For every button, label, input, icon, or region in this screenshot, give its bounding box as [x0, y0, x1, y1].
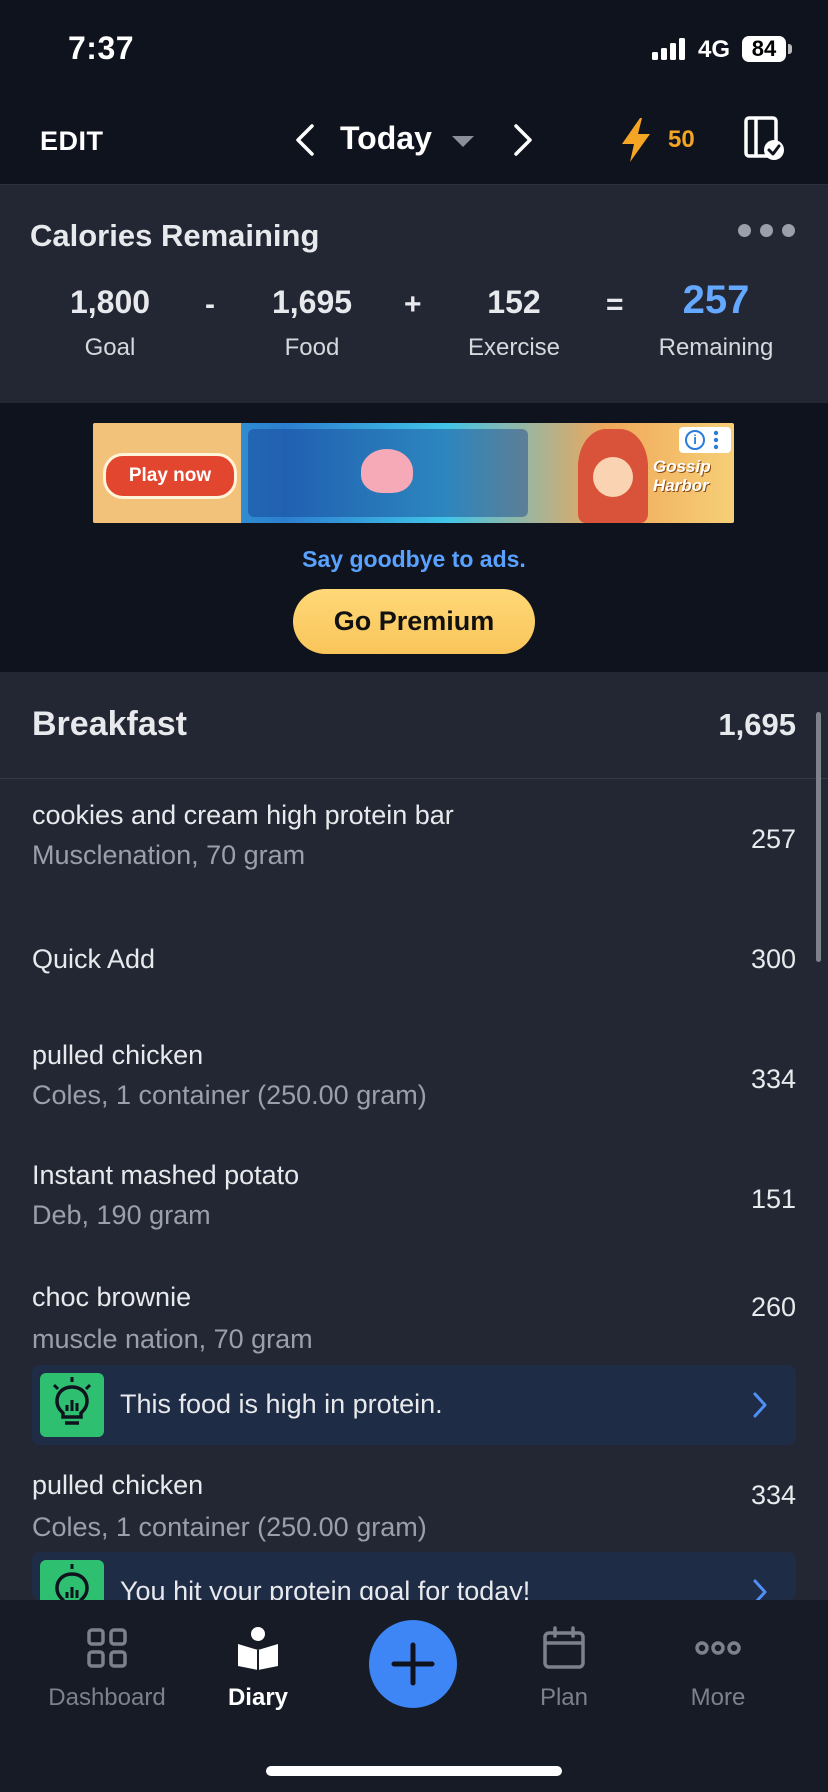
- goal-column: 1,800 Goal: [20, 284, 200, 362]
- more-options-icon[interactable]: [738, 224, 802, 240]
- food-name: Instant mashed potato: [32, 1160, 300, 1190]
- insight-text: This food is high in protein.: [120, 1389, 443, 1419]
- food-calories: 300: [750, 944, 796, 974]
- remove-ads-link[interactable]: Say goodbye to ads.: [0, 546, 828, 573]
- insight-bulb-icon: [40, 1560, 104, 1600]
- plus-icon: [391, 1642, 435, 1686]
- food-entry[interactable]: cookies and cream high protein bar Muscl…: [0, 796, 828, 892]
- complete-log-icon[interactable]: [744, 116, 786, 162]
- food-description: muscle nation, 70 gram: [32, 1324, 313, 1354]
- food-value: 1,695: [271, 284, 353, 320]
- food-entry[interactable]: Quick Add 300: [0, 930, 828, 990]
- meal-divider: [0, 778, 828, 779]
- ad-character-face: [593, 457, 633, 497]
- ad-menu-icon[interactable]: [713, 430, 719, 450]
- chevron-right-icon[interactable]: [510, 122, 536, 158]
- insight-text: You hit your protein goal for today!: [120, 1576, 531, 1600]
- minus-operator: -: [205, 288, 215, 321]
- home-indicator[interactable]: [266, 1766, 562, 1776]
- caret-down-icon[interactable]: [452, 136, 474, 147]
- food-description: Coles, 1 container (250.00 gram): [32, 1512, 427, 1542]
- ad-logo-line1: Gossip: [653, 457, 711, 476]
- food-entry[interactable]: pulled chicken Coles, 1 container (250.0…: [0, 1036, 828, 1132]
- streak-bolt-icon[interactable]: [620, 118, 652, 162]
- signal-icon: [652, 38, 685, 60]
- insight-bulb-icon: [40, 1373, 104, 1437]
- food-calories: 260: [750, 1292, 796, 1322]
- food-name: pulled chicken: [32, 1470, 204, 1500]
- food-calories: 257: [750, 824, 796, 854]
- food-column: 1,695 Food: [222, 284, 402, 362]
- ad-logo: Gossip Harbor: [653, 457, 727, 497]
- more-icon: [695, 1641, 741, 1655]
- food-name: cookies and cream high protein bar: [32, 800, 454, 830]
- food-name: choc brownie: [32, 1282, 192, 1312]
- chevron-right-icon[interactable]: [752, 1578, 768, 1600]
- tab-dashboard-label: Dashboard: [48, 1684, 166, 1711]
- ad-pearl-graphic: [361, 449, 413, 493]
- battery-icon: 84: [742, 36, 786, 62]
- food-description: Deb, 190 gram: [32, 1200, 211, 1230]
- food-label: Food: [284, 334, 340, 361]
- food-calories: 334: [750, 1064, 796, 1094]
- remaining-value: 257: [682, 278, 750, 322]
- ad-banner[interactable]: Play now Gossip Harbor i: [93, 423, 734, 523]
- dashboard-icon: [87, 1628, 127, 1668]
- food-calories: 151: [750, 1184, 796, 1214]
- add-entry-button[interactable]: [369, 1620, 457, 1708]
- exercise-value: 152: [487, 284, 541, 320]
- remaining-column: 257 Remaining: [626, 278, 806, 362]
- meal-title: Breakfast: [32, 705, 187, 743]
- tab-more-label: More: [690, 1684, 746, 1711]
- remaining-label: Remaining: [658, 334, 774, 361]
- goal-value: 1,800: [69, 284, 151, 320]
- tab-plan-label: Plan: [539, 1684, 589, 1711]
- chevron-right-icon[interactable]: [752, 1391, 768, 1419]
- ad-logo-line2: Harbor: [653, 476, 709, 495]
- insight-banner[interactable]: You hit your protein goal for today!: [32, 1552, 796, 1600]
- food-entry[interactable]: pulled chicken Coles, 1 container (250.0…: [0, 1466, 828, 1556]
- calendar-icon: [543, 1626, 585, 1669]
- diary-book-icon: [238, 1627, 278, 1670]
- food-calories: 334: [750, 1480, 796, 1510]
- food-description: Musclenation, 70 gram: [32, 840, 306, 870]
- calories-title: Calories Remaining: [30, 218, 320, 253]
- food-entry[interactable]: Instant mashed potato Deb, 190 gram 151: [0, 1156, 828, 1252]
- network-label: 4G: [698, 36, 731, 63]
- info-icon[interactable]: i: [685, 430, 705, 450]
- tab-diary-label: Diary: [227, 1684, 289, 1711]
- chevron-left-icon[interactable]: [292, 122, 318, 158]
- go-premium-button[interactable]: Go Premium: [293, 589, 535, 654]
- edit-button[interactable]: EDIT: [40, 126, 104, 157]
- equals-operator: =: [606, 288, 624, 321]
- plus-operator: +: [404, 288, 422, 321]
- date-selector[interactable]: Today: [340, 120, 432, 157]
- food-description: Coles, 1 container (250.00 gram): [32, 1080, 427, 1110]
- food-entry[interactable]: choc brownie muscle nation, 70 gram 260: [0, 1278, 828, 1368]
- streak-count[interactable]: 50: [668, 126, 695, 154]
- battery-tip: [788, 44, 792, 54]
- meal-total-calories: 1,695: [718, 707, 796, 742]
- food-name: pulled chicken: [32, 1040, 204, 1070]
- status-time: 7:37: [68, 30, 135, 66]
- scrollbar[interactable]: [816, 712, 821, 962]
- exercise-column: 152 Exercise: [424, 284, 604, 362]
- ad-choices[interactable]: i: [679, 427, 731, 453]
- goal-label: Goal: [84, 334, 136, 361]
- ad-play-button[interactable]: Play now: [103, 453, 237, 499]
- food-name: Quick Add: [32, 944, 156, 974]
- insight-banner[interactable]: This food is high in protein.: [32, 1365, 796, 1445]
- exercise-label: Exercise: [467, 334, 561, 361]
